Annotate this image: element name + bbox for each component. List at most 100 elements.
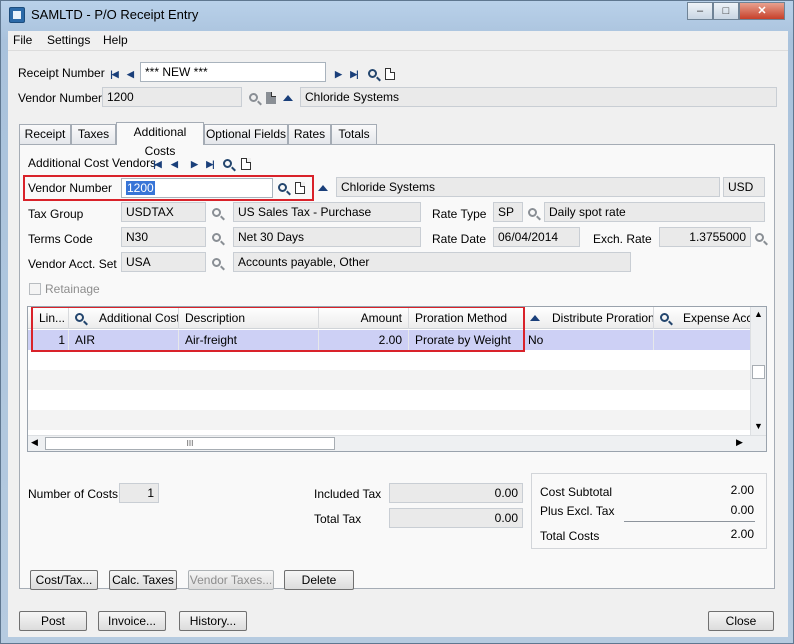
tax-group-finder-icon: [210, 206, 224, 220]
minimize-button[interactable]: –: [687, 2, 713, 20]
number-of-costs-label: Number of Costs: [28, 487, 119, 501]
vendors-next-icon[interactable]: ▶: [187, 157, 201, 171]
distribute-zoom-icon[interactable]: [528, 311, 542, 325]
exch-rate-field: 1.3755000: [659, 227, 751, 247]
history-button[interactable]: History...: [179, 611, 247, 631]
new-receipt-icon[interactable]: [383, 67, 397, 81]
vendor-number-label: Vendor Number: [18, 91, 103, 105]
total-costs-value: 2.00: [730, 527, 754, 541]
exch-rate-label: Exch. Rate: [593, 232, 652, 246]
app-window: SAMLTD - P/O Receipt Entry – □ ✕ File Se…: [0, 0, 794, 644]
tab-additional-costs[interactable]: Additional Costs: [116, 122, 204, 158]
number-of-costs-field: 1: [119, 483, 159, 503]
vendor-acct-set-label: Vendor Acct. Set: [28, 257, 117, 271]
total-tax-field: 0.00: [389, 508, 523, 528]
included-tax-field: 0.00: [389, 483, 523, 503]
retainage-label: Retainage: [45, 282, 100, 296]
last-record-icon[interactable]: ▶|: [347, 67, 361, 81]
tab-taxes[interactable]: Taxes: [71, 124, 116, 145]
vendors-last-icon[interactable]: ▶|: [203, 157, 217, 171]
vertical-scrollbar[interactable]: ▲ ▼: [750, 307, 766, 435]
scroll-down-icon[interactable]: ▼: [754, 421, 763, 431]
expense-account-finder-icon[interactable]: [658, 311, 672, 325]
ac-vendor-name-field: Chloride Systems: [336, 177, 720, 197]
vendor-acct-set-field: USA: [121, 252, 206, 272]
ac-vendor-number-selected-text: 1200: [126, 181, 155, 195]
vendor-zoom-icon[interactable]: [281, 91, 295, 105]
cost-subtotal-value: 2.00: [730, 483, 754, 497]
totals-divider: [624, 521, 755, 522]
title-bar: SAMLTD - P/O Receipt Entry – □ ✕: [1, 1, 793, 29]
vendor-finder-icon: [247, 91, 261, 105]
previous-record-icon[interactable]: ◀: [123, 67, 137, 81]
window-title: SAMLTD - P/O Receipt Entry: [31, 7, 199, 22]
terms-code-finder-icon: [210, 231, 224, 245]
terms-description: Net 30 Days: [233, 227, 421, 247]
ac-vendor-finder-icon[interactable]: [276, 181, 290, 195]
vendors-new-icon[interactable]: [239, 157, 253, 171]
maximize-button[interactable]: □: [713, 2, 739, 20]
rate-type-label: Rate Type: [432, 207, 487, 221]
ac-vendor-number-label: Vendor Number: [28, 181, 113, 195]
terms-code-field: N30: [121, 227, 206, 247]
plus-excl-tax-label: Plus Excl. Tax: [540, 504, 615, 518]
cost-subtotal-label: Cost Subtotal: [540, 485, 613, 499]
receipt-number-input[interactable]: *** NEW ***: [140, 62, 326, 82]
tab-rates[interactable]: Rates: [288, 124, 331, 145]
scroll-right-icon[interactable]: ▶: [736, 437, 743, 448]
calc-taxes-button[interactable]: Calc. Taxes: [109, 570, 177, 590]
exch-rate-finder-icon: [753, 231, 767, 245]
distribute-proration-header-label: Distribute Proration: [552, 311, 654, 325]
next-record-icon[interactable]: ▶: [331, 67, 345, 81]
vendor-acct-set-finder-icon: [210, 256, 224, 270]
ac-currency-field: USD: [723, 177, 765, 197]
first-record-icon[interactable]: |◀: [107, 67, 121, 81]
row-highlight: [31, 307, 525, 352]
post-button[interactable]: Post: [19, 611, 87, 631]
row-distribute-proration[interactable]: No: [524, 330, 654, 350]
horizontal-scrollbar[interactable]: ◀ III ▶: [28, 435, 766, 451]
vendor-name-field: Chloride Systems: [300, 87, 777, 107]
menu-settings[interactable]: Settings: [47, 33, 90, 47]
app-icon: [9, 7, 25, 23]
included-tax-label: Included Tax: [314, 487, 382, 501]
ac-vendor-new-icon[interactable]: [293, 181, 307, 195]
ac-vendor-number-input[interactable]: 1200: [121, 178, 273, 198]
terms-code-label: Terms Code: [28, 232, 93, 246]
empty-row: [28, 390, 751, 410]
rate-date-field: 06/04/2014: [493, 227, 580, 247]
delete-button[interactable]: Delete: [284, 570, 354, 590]
ac-vendor-zoom-icon[interactable]: [316, 181, 330, 195]
receipt-finder-icon[interactable]: [366, 67, 380, 81]
total-costs-label: Total Costs: [540, 529, 600, 543]
menu-bar: File Settings Help: [8, 31, 788, 51]
scroll-left-icon[interactable]: ◀: [31, 437, 38, 448]
vendor-taxes-button[interactable]: Vendor Taxes...: [188, 570, 274, 590]
tax-group-field: USDTAX: [121, 202, 206, 222]
vendor-new-icon: [264, 91, 278, 105]
scroll-up-icon[interactable]: ▲: [754, 309, 763, 319]
menu-help[interactable]: Help: [103, 33, 128, 47]
empty-row: [28, 370, 751, 390]
plus-excl-tax-value: 0.00: [730, 503, 754, 517]
tab-receipt[interactable]: Receipt: [19, 124, 71, 145]
close-button[interactable]: Close: [708, 611, 774, 631]
client-area: Receipt Number |◀ ◀ *** NEW *** ▶ ▶| Ven…: [8, 51, 788, 637]
invoice-button[interactable]: Invoice...: [98, 611, 166, 631]
horizontal-scroll-thumb[interactable]: III: [45, 437, 335, 450]
empty-row: [28, 350, 751, 370]
vendor-number-field: 1200: [102, 87, 242, 107]
additional-costs-grid[interactable]: Lin... Additional Cost Description Amoun…: [27, 306, 767, 452]
vendors-finder-icon[interactable]: [221, 157, 235, 171]
column-header-distribute-proration[interactable]: Distribute Proration: [524, 307, 654, 329]
tab-totals[interactable]: Totals: [331, 124, 377, 145]
cost-tax-button[interactable]: Cost/Tax...: [30, 570, 98, 590]
menu-file[interactable]: File: [13, 33, 32, 47]
tab-optional-fields[interactable]: Optional Fields: [204, 124, 288, 145]
close-window-button[interactable]: ✕: [739, 2, 785, 20]
rate-date-label: Rate Date: [432, 232, 487, 246]
row-expense-account[interactable]: [654, 330, 751, 350]
vendor-acct-set-description: Accounts payable, Other: [233, 252, 631, 272]
vertical-scroll-thumb[interactable]: [752, 365, 765, 379]
column-header-expense-account[interactable]: Expense Acco: [654, 307, 751, 329]
